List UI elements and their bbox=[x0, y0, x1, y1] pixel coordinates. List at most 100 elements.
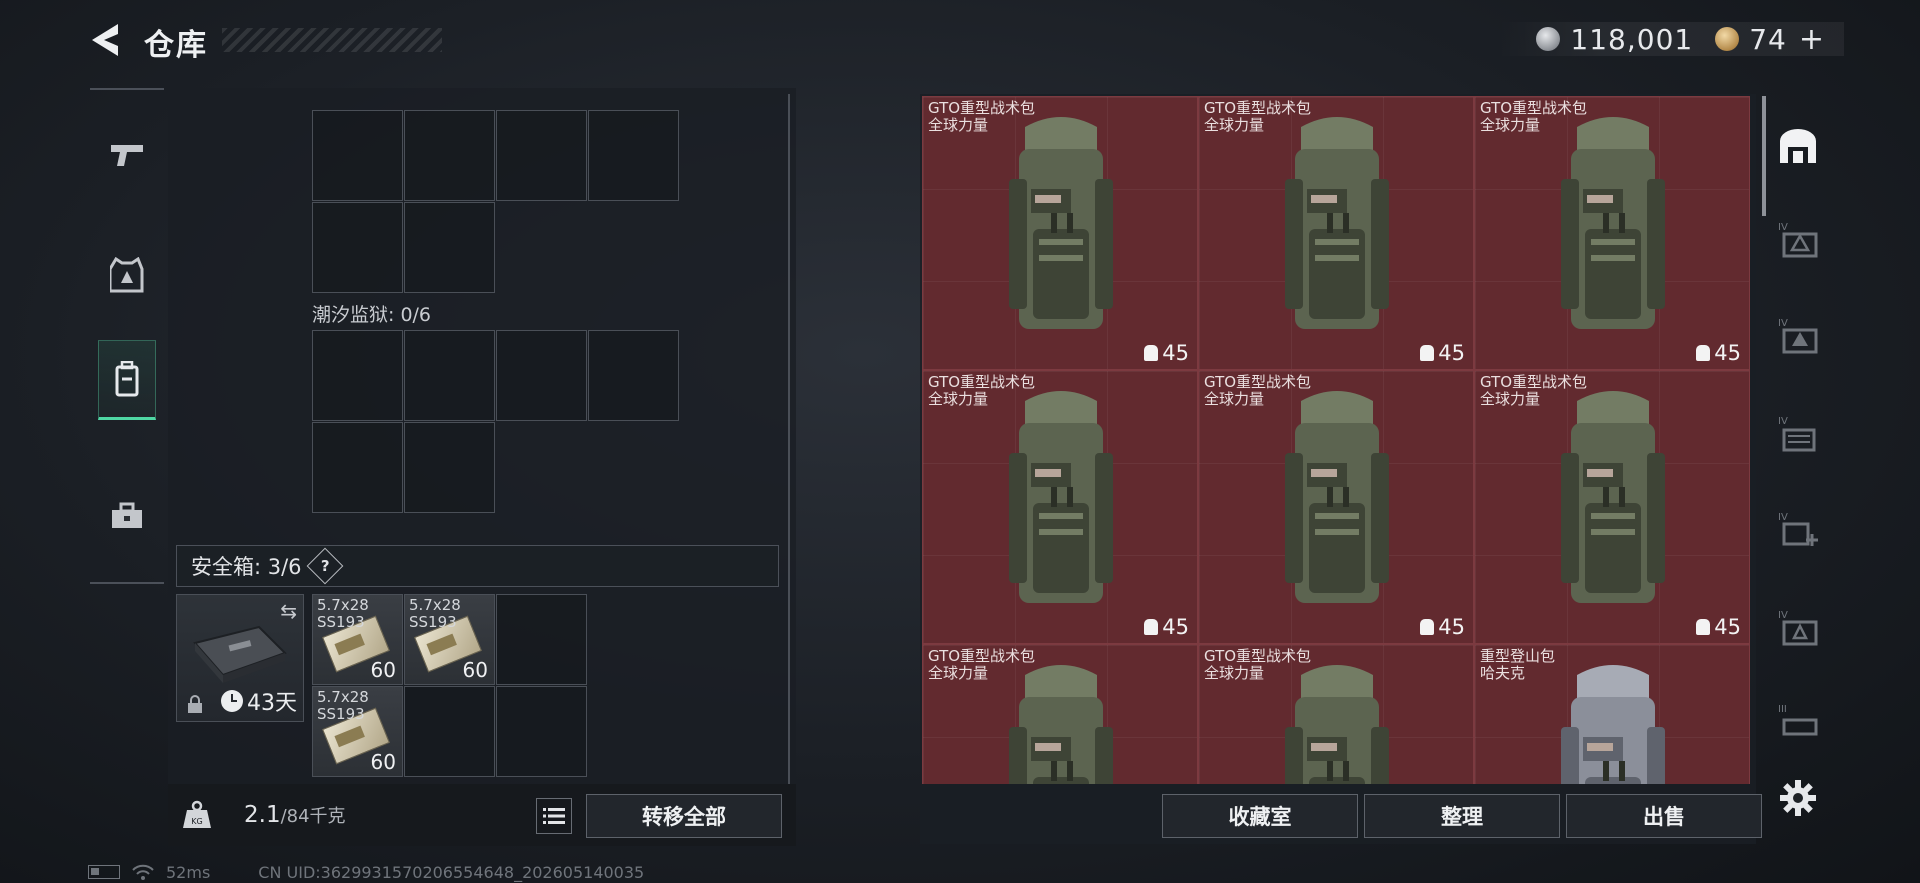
help-button[interactable]: ? bbox=[306, 547, 343, 585]
stash-tab-iv-4[interactable]: IV bbox=[1774, 506, 1822, 554]
grid-cell[interactable] bbox=[588, 110, 679, 201]
grid-cell[interactable] bbox=[312, 330, 403, 421]
ammo-item[interactable]: 5.7x28 SS193 60 bbox=[404, 594, 495, 685]
stash-tab-iv-2[interactable]: IV bbox=[1774, 312, 1822, 360]
backpack-item-icon bbox=[1009, 665, 1113, 784]
ammo-count: 60 bbox=[370, 750, 396, 774]
ammo-item[interactable]: 5.7x28 SS193 60 bbox=[312, 594, 403, 685]
item-capacity: 45 bbox=[1420, 341, 1465, 365]
stash-all-tab[interactable] bbox=[1774, 122, 1822, 170]
grid-cell[interactable] bbox=[588, 330, 679, 421]
backpack-item-icon bbox=[1561, 117, 1665, 329]
add-currency-button[interactable]: + bbox=[1799, 22, 1824, 57]
capacity-icon bbox=[1420, 345, 1435, 361]
transfer-all-button[interactable]: 转移全部 bbox=[586, 794, 782, 838]
safe-box-header: 安全箱: 3/6 ? bbox=[176, 545, 779, 587]
grid-cell[interactable] bbox=[496, 330, 587, 421]
item-name: GTO重型战术包 bbox=[928, 373, 1036, 391]
weight-current: 2.1 bbox=[244, 802, 281, 828]
rail-item-weapons[interactable] bbox=[98, 116, 156, 196]
stash-item-card[interactable]: 重型登山包 哈夫克 bbox=[1474, 644, 1750, 784]
back-button[interactable] bbox=[88, 20, 124, 60]
title-decoration bbox=[222, 28, 442, 52]
stash-item-card[interactable]: GTO重型战术包 全球力量 45 bbox=[922, 370, 1198, 644]
item-capacity-value: 45 bbox=[1714, 341, 1741, 365]
stash-item-card[interactable]: GTO重型战术包 全球力量 45 bbox=[1198, 370, 1474, 644]
prison-container-label: 潮汐监狱: 0/6 bbox=[312, 304, 432, 326]
ammo-item[interactable]: 5.7x28 SS193 60 bbox=[312, 686, 403, 777]
grid-cell[interactable] bbox=[496, 110, 587, 201]
pistol-icon bbox=[111, 145, 143, 166]
item-capacity: 45 bbox=[1420, 615, 1465, 639]
capacity-icon bbox=[1696, 619, 1711, 635]
svg-text:III: III bbox=[1778, 704, 1787, 715]
item-name: GTO重型战术包 bbox=[1204, 647, 1312, 665]
item-brand: 全球力量 bbox=[1204, 390, 1265, 408]
backpack-item-icon bbox=[1561, 665, 1665, 784]
weight-max: /84千克 bbox=[280, 806, 346, 827]
backpack-item-icon bbox=[1009, 391, 1113, 603]
item-name: GTO重型战术包 bbox=[928, 647, 1036, 665]
list-view-button[interactable] bbox=[536, 798, 572, 834]
page-title: 仓库 bbox=[144, 28, 208, 63]
stash-item-card[interactable]: GTO重型战术包 全球力量 45 bbox=[1198, 96, 1474, 370]
grid-cell[interactable] bbox=[404, 330, 495, 421]
stash-tab-iii[interactable]: III bbox=[1774, 698, 1822, 746]
collection-room-button[interactable]: 收藏室 bbox=[1162, 794, 1358, 838]
lock-icon bbox=[188, 695, 202, 713]
ammo-count: 60 bbox=[462, 658, 488, 682]
settings-gear-icon[interactable] bbox=[1778, 778, 1818, 818]
battery-icon bbox=[88, 865, 120, 879]
safe-box-case[interactable]: ⇆ 43天 bbox=[176, 594, 304, 722]
stash-item-card[interactable]: GTO重型战术包 全球力量 45 bbox=[1474, 96, 1750, 370]
top-bar: 仓库 118,001 74 + bbox=[0, 0, 1920, 80]
stash-tab-iv-1[interactable]: IV bbox=[1774, 216, 1822, 264]
case-icon bbox=[193, 625, 287, 683]
svg-text:IV: IV bbox=[1778, 610, 1788, 621]
grid-cell[interactable] bbox=[496, 594, 587, 685]
swap-icon[interactable]: ⇆ bbox=[280, 599, 297, 623]
grid-cell[interactable] bbox=[404, 110, 495, 201]
item-name: GTO重型战术包 bbox=[928, 99, 1036, 117]
container-tier-icon: IV bbox=[1778, 416, 1816, 452]
svg-text:IV: IV bbox=[1778, 222, 1788, 233]
item-name: GTO重型战术包 bbox=[1480, 99, 1588, 117]
left-scrollbar[interactable] bbox=[788, 94, 790, 784]
rail-item-toolbox[interactable] bbox=[98, 476, 156, 556]
grid-cell[interactable] bbox=[496, 686, 587, 777]
sort-button[interactable]: 整理 bbox=[1364, 794, 1560, 838]
stash-tab-iv-3[interactable]: IV bbox=[1774, 410, 1822, 458]
uid-text: CN UID:3629931570206554648_202605140035 bbox=[258, 862, 645, 882]
stash-item-card[interactable]: GTO重型战术包 全球力量 45 bbox=[922, 96, 1198, 370]
grid-cell[interactable] bbox=[312, 202, 403, 293]
sell-button[interactable]: 出售 bbox=[1566, 794, 1762, 838]
grid-cell[interactable] bbox=[312, 422, 403, 513]
ammo-name: 5.7x28 SS193 bbox=[317, 596, 369, 631]
grid-cell[interactable] bbox=[404, 202, 495, 293]
item-brand: 全球力量 bbox=[928, 664, 989, 682]
stash-category-rail: IV IV IV IV IV III bbox=[1766, 96, 1830, 776]
grid-cell[interactable] bbox=[404, 686, 495, 777]
category-rail bbox=[90, 88, 164, 584]
item-brand: 全球力量 bbox=[1204, 664, 1265, 682]
grid-cell[interactable] bbox=[312, 110, 403, 201]
rail-item-backpack[interactable] bbox=[98, 340, 156, 420]
carry-weight: 2.1/84千克 bbox=[244, 802, 346, 828]
rail-item-armor[interactable] bbox=[98, 236, 156, 316]
item-brand: 全球力量 bbox=[1480, 116, 1541, 134]
stash-item-card[interactable]: GTO重型战术包 全球力量 bbox=[1198, 644, 1474, 784]
safe-days-text: 43天 bbox=[247, 691, 297, 716]
stash-item-card[interactable]: GTO重型战术包 全球力量 bbox=[922, 644, 1198, 784]
item-capacity-value: 45 bbox=[1714, 615, 1741, 639]
svg-text:KG: KG bbox=[191, 817, 202, 826]
stash-tab-iv-5[interactable]: IV bbox=[1774, 604, 1822, 652]
back-arrow-icon bbox=[92, 24, 118, 56]
grid-cell[interactable] bbox=[404, 422, 495, 513]
item-name: GTO重型战术包 bbox=[1480, 373, 1588, 391]
item-brand: 全球力量 bbox=[1204, 116, 1265, 134]
stash-item-card[interactable]: GTO重型战术包 全球力量 45 bbox=[1474, 370, 1750, 644]
item-brand: 全球力量 bbox=[1480, 390, 1541, 408]
item-name: GTO重型战术包 bbox=[1204, 373, 1312, 391]
capacity-icon bbox=[1144, 619, 1159, 635]
status-bar: 52ms CN UID:3629931570206554648_20260514… bbox=[88, 862, 644, 882]
